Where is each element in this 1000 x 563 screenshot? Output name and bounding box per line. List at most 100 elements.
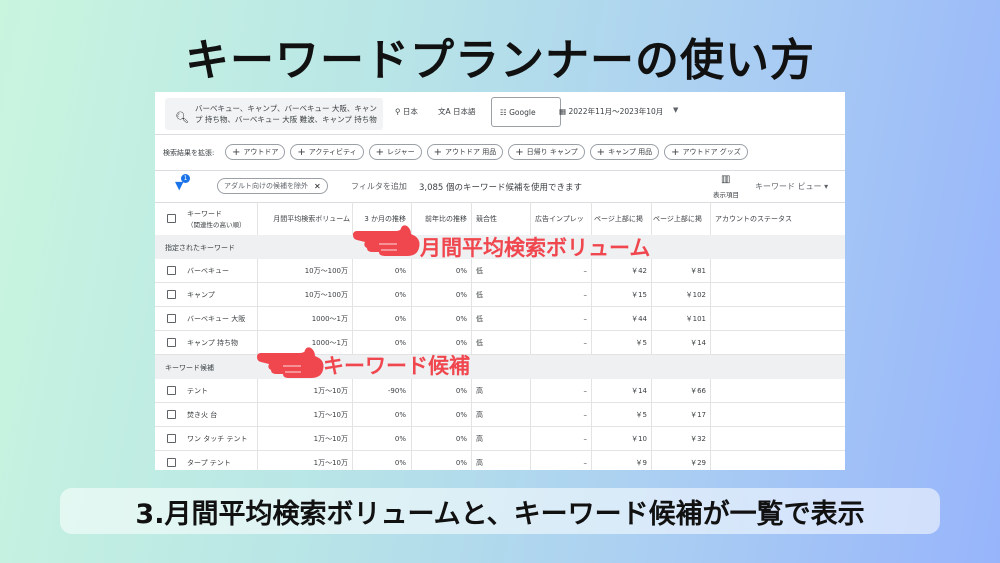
filter-count-badge: 1 [181,174,190,183]
close-icon[interactable]: ✕ [314,182,321,191]
table-header: キーワード （関連性の高い順） 月間平均検索ボリューム 3 か月の推移 前年比の… [155,202,845,235]
row-checkbox[interactable] [167,386,176,395]
column-divider [710,307,711,331]
plus-icon: + [671,146,680,158]
expand-chip[interactable]: + キャンプ 用品 [589,144,660,160]
select-all-checkbox[interactable] [167,214,176,223]
ad-impression-cell: – [583,411,588,419]
row-checkbox[interactable] [167,434,176,443]
row-checkbox[interactable] [167,458,176,467]
column-divider [591,202,592,235]
column-divider [710,403,711,427]
column-divider [471,283,472,307]
ad-impression-column-header[interactable]: 広告インプレッ [535,202,591,235]
network-icon: ☷ [500,108,507,117]
columns-label[interactable]: 表示項目 [713,189,739,199]
table-row[interactable]: バーベキュー 10万～100万 0% 0% 低 – ￥42 ￥81 [155,259,845,283]
column-divider [352,427,353,451]
columns-icon[interactable]: ▥ [721,174,730,185]
plus-icon: + [232,146,241,158]
competition-cell: 低 [476,267,483,275]
location-label: 日本 [402,107,418,116]
column-divider [352,307,353,331]
keyword-column-header[interactable]: キーワード （関連性の高い順） [187,202,257,235]
column-divider [651,307,652,331]
keyword-cell: バーベキュー 大阪 [187,315,246,323]
volume-cell: 1000～1万 [311,315,348,323]
divider [155,134,845,135]
column-divider [530,259,531,283]
competition-cell: 高 [476,387,483,395]
ad-impression-cell: – [583,339,588,347]
column-divider [471,451,472,470]
chevron-down-icon[interactable]: ▼ [673,106,678,114]
column-divider [530,379,531,403]
row-checkbox[interactable] [167,266,176,275]
expand-chip[interactable]: + アウトドア [225,144,286,160]
keyword-view-select[interactable]: キーワード ビュー ▾ [755,181,828,192]
column-divider [651,202,652,235]
column-divider [530,307,531,331]
column-divider [352,403,353,427]
column-divider [710,259,711,283]
bid-low-column-header[interactable]: ページ上部に掲 [594,202,652,235]
keyword-count-text: 3,085 個のキーワード候補を使用できます [419,183,583,193]
competition-column-header[interactable]: 競合性 [476,202,526,235]
search-network-selector[interactable]: ☷ Google [491,97,561,127]
bid-high-column-header[interactable]: ページ上部に掲 [653,202,710,235]
column-divider [257,259,258,283]
add-filter-button[interactable]: フィルタを追加 [351,181,407,192]
column-divider [257,283,258,307]
column-divider [710,202,711,235]
plus-icon: + [297,146,306,158]
table-row[interactable]: キャンプ 10万～100万 0% 0% 低 – ￥15 ￥102 [155,283,845,307]
expand-chip[interactable]: + アウトドア グッズ [664,144,748,160]
row-checkbox[interactable] [167,410,176,419]
column-divider [530,451,531,470]
status-column-header[interactable]: アカウントのステータス [715,202,835,235]
language-label: 日本語 [453,107,476,116]
competition-cell: 低 [476,315,483,323]
adult-filter-label: アダルト向けの候補を除外 [224,182,308,190]
bid-low-cell: ￥9 [635,459,647,467]
ad-impression-cell: – [583,291,588,299]
table-row[interactable]: テント 1万～10万 -90% 0% 高 – ￥14 ￥66 [155,379,845,403]
row-checkbox[interactable] [167,290,176,299]
bid-low-cell: ￥5 [635,411,647,419]
column-divider [530,403,531,427]
table-row[interactable]: バーベキュー 大阪 1000～1万 0% 0% 低 – ￥44 ￥101 [155,307,845,331]
column-divider [591,451,592,470]
volume-cell: 1万～10万 [313,459,348,467]
three-month-cell: 0% [394,435,406,443]
keyword-search-box[interactable]: 🔍︎ バーベキュー、キャンプ、バーベキュー 大阪、キャンプ 持ち物、バーベキュー… [165,98,383,130]
column-divider [591,259,592,283]
expand-chip[interactable]: + 日帰り キャンプ [508,144,585,160]
bid-low-cell: ￥42 [631,267,647,275]
expand-chip[interactable]: + アクティビティ [290,144,364,160]
volume-column-header[interactable]: 月間平均検索ボリューム [257,202,350,235]
keyword-cell: キャンプ 持ち物 [187,339,239,347]
column-divider [471,403,472,427]
bid-low-cell: ￥14 [631,387,647,395]
location-selector[interactable]: ⚲ 日本 [395,106,418,117]
keyword-cell: テント [187,387,208,395]
language-selector[interactable]: 文A 日本語 [438,106,476,117]
location-pin-icon: ⚲ [395,107,401,116]
table-row[interactable]: 焚き火 台 1万～10万 0% 0% 高 – ￥5 ￥17 [155,403,845,427]
column-divider [530,331,531,355]
bid-high-cell: ￥102 [685,291,706,299]
row-checkbox[interactable] [167,314,176,323]
table-row[interactable]: ワン タッチ テント 1万～10万 0% 0% 高 – ￥10 ￥32 [155,427,845,451]
volume-cell: 1万～10万 [313,435,348,443]
row-checkbox[interactable] [167,338,176,347]
column-divider [471,379,472,403]
date-range-selector[interactable]: ▦ 2022年11月～2023年10月 [559,106,663,117]
expand-chip[interactable]: + レジャー [368,144,422,160]
column-divider [471,427,472,451]
table-row[interactable]: タープ テント 1万～10万 0% 0% 高 – ￥9 ￥29 [155,451,845,470]
expand-chip[interactable]: + アウトドア 用品 [426,144,504,160]
yoy-cell: 0% [455,291,467,299]
plus-icon: + [375,146,384,158]
bid-high-cell: ￥66 [690,387,706,395]
adult-filter-chip[interactable]: アダルト向けの候補を除外 ✕ [217,178,328,194]
